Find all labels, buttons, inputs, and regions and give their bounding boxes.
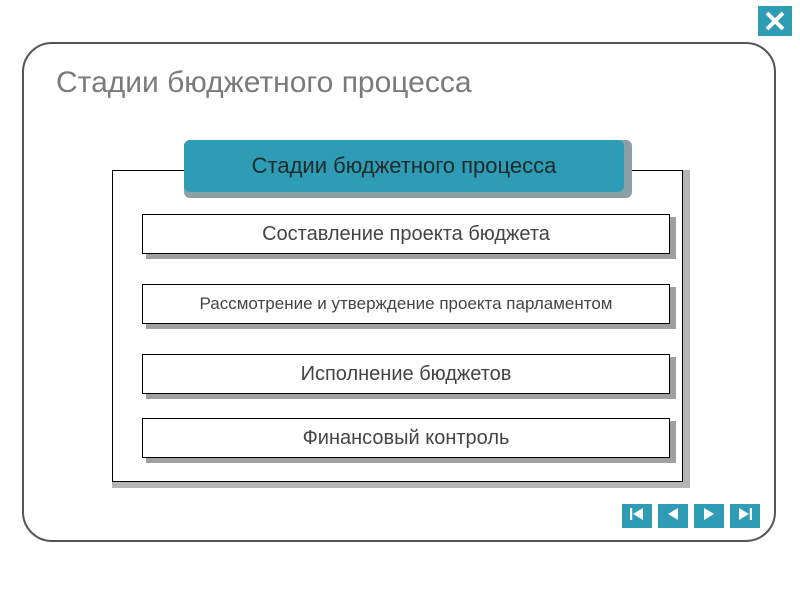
diagram-header-label: Стадии бюджетного процесса [252,153,557,179]
stage-label: Рассмотрение и утверждение проекта парла… [200,294,613,314]
slide-frame: Стадии бюджетного процесса Стадии бюджет… [22,42,776,542]
nav-controls [622,504,760,528]
close-button[interactable] [758,6,792,36]
skip-last-icon [738,507,752,525]
stage-item: Рассмотрение и утверждение проекта парла… [142,284,676,328]
stage-box: Рассмотрение и утверждение проекта парла… [142,284,670,324]
stage-box: Исполнение бюджетов [142,354,670,394]
page-title: Стадии бюджетного процесса [56,66,472,100]
next-icon [703,507,715,525]
nav-first-button[interactable] [622,504,652,528]
nav-next-button[interactable] [694,504,724,528]
stage-item: Составление проекта бюджета [142,214,676,258]
stage-box: Составление проекта бюджета [142,214,670,254]
stages-list: Составление проекта бюджета Рассмотрение… [142,214,676,488]
stage-label: Финансовый контроль [303,427,510,450]
stage-item: Финансовый контроль [142,418,676,462]
diagram-header-shadow: Стадии бюджетного процесса [184,140,632,198]
diagram-header: Стадии бюджетного процесса [184,140,624,192]
close-icon [764,10,786,32]
stage-label: Составление проекта бюджета [262,223,550,246]
skip-first-icon [630,507,644,525]
stage-item: Исполнение бюджетов [142,354,676,398]
stage-label: Исполнение бюджетов [301,363,512,386]
previous-icon [667,507,679,525]
nav-prev-button[interactable] [658,504,688,528]
stage-box: Финансовый контроль [142,418,670,458]
nav-last-button[interactable] [730,504,760,528]
